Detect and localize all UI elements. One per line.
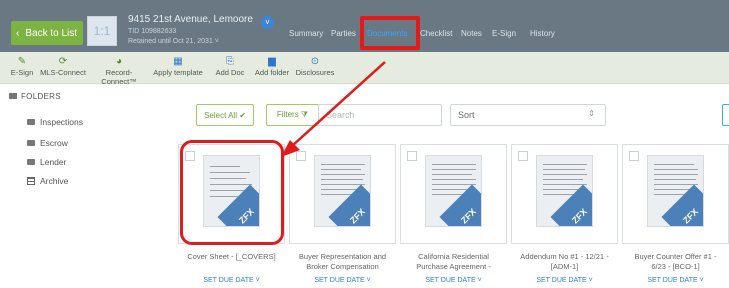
set-due-date-button[interactable]: SET DUE DATE ˅ — [289, 277, 396, 284]
cover-sheet-highlight — [180, 140, 284, 245]
record-icon: ◕ — [115, 56, 123, 67]
esign-button[interactable]: ✎ E-Sign — [6, 56, 38, 77]
pen-icon: ✎ — [17, 56, 27, 67]
add-folder-button[interactable]: ▆ Add folder — [252, 56, 292, 77]
action-toolbar: ✎ E-Sign ⟳ MLS-Connect ◕ Record-Connect™… — [0, 52, 729, 86]
document-title[interactable]: California Residential Purchase Agreement… — [400, 252, 507, 272]
address-dropdown-icon[interactable]: ˅ — [261, 16, 274, 29]
add-doc-label: Add Doc — [215, 68, 245, 77]
document-checkbox[interactable] — [296, 151, 306, 161]
document-checkbox[interactable] — [629, 151, 639, 161]
search-input[interactable]: Search — [318, 104, 442, 126]
document-card[interactable]: ZFX — [511, 144, 618, 244]
tab-parties[interactable]: Parties — [331, 29, 356, 38]
add-doc-icon: ⎘ — [226, 56, 234, 67]
apply-template-label: Apply template — [153, 68, 203, 77]
document-title[interactable]: Cover Sheet - [_COVERS] — [178, 252, 285, 262]
disclosures-icon: ⊙ — [310, 56, 320, 67]
document-title[interactable]: Buyer Representation and Broker Compensat… — [289, 252, 396, 272]
disclosures-label: Disclosures — [295, 68, 335, 77]
document-thumbnail[interactable]: ZFX — [647, 155, 704, 227]
view-toggle-button[interactable] — [722, 104, 729, 126]
back-to-list-label: Back to List — [25, 27, 78, 39]
document-thumbnail[interactable]: ZFX — [314, 155, 371, 227]
chevron-left-icon: ‹ — [16, 27, 20, 39]
tab-notes[interactable]: Notes — [461, 29, 482, 38]
add-folder-label: Add folder — [254, 68, 290, 77]
document-checkbox[interactable] — [518, 151, 528, 161]
document-thumbnail[interactable]: ZFX — [536, 155, 593, 227]
filters-button[interactable]: Filters ⧩ — [266, 104, 319, 126]
sort-label: Sort — [458, 110, 475, 120]
folder-archive[interactable]: Archive — [27, 176, 68, 186]
add-doc-button[interactable]: ⎘ Add Doc — [210, 56, 250, 77]
folder-icon — [27, 119, 35, 125]
add-folder-icon: ▆ — [268, 56, 276, 67]
apply-template-button[interactable]: ▦ Apply template — [150, 56, 206, 77]
set-due-date-button[interactable]: SET DUE DATE ˅ — [511, 277, 618, 284]
document-card[interactable]: ZFX — [622, 144, 729, 244]
document-thumbnail[interactable]: ZFX — [425, 155, 482, 227]
archive-icon — [27, 177, 35, 185]
sync-icon: ⟳ — [58, 56, 68, 67]
set-due-date-button[interactable]: SET DUE DATE ˅ — [622, 277, 729, 284]
folder-icon — [9, 93, 17, 99]
document-card[interactable]: ZFX — [400, 144, 507, 244]
folders-sidebar: FOLDERS Inspections Escrow Lender Archiv… — [0, 85, 170, 288]
record-connect-label: Record-Connect™ — [101, 68, 137, 86]
set-due-date-button[interactable]: SET DUE DATE ˅ — [400, 277, 507, 284]
disclosures-button[interactable]: ⊙ Disclosures — [291, 56, 339, 77]
retained-until[interactable]: Retained until Oct 21, 2031 ˅ — [128, 38, 219, 45]
sort-select[interactable]: Sort ⇕ — [450, 104, 606, 126]
folder-inspections[interactable]: Inspections — [27, 117, 83, 127]
document-checkbox[interactable] — [407, 151, 417, 161]
folder-icon — [27, 140, 35, 146]
record-connect-button[interactable]: ◕ Record-Connect™ — [88, 56, 150, 86]
select-all-button[interactable]: Select All ✔ — [196, 104, 254, 126]
folder-icon — [27, 159, 35, 165]
set-due-date-button[interactable]: SET DUE DATE ˅ — [178, 277, 285, 284]
transaction-address: 9415 21st Avenue, Lemoore — [128, 14, 253, 25]
tab-checklist[interactable]: Checklist — [420, 29, 452, 38]
tab-esign[interactable]: E-Sign — [492, 29, 516, 38]
transaction-thumbnail[interactable]: 1:1 — [87, 16, 117, 46]
tab-summary[interactable]: Summary — [289, 29, 323, 38]
esign-label: E-Sign — [10, 68, 34, 77]
template-icon: ▦ — [173, 56, 183, 67]
sort-arrows-icon: ⇕ — [588, 109, 595, 118]
folder-lender[interactable]: Lender — [27, 157, 66, 167]
tab-history[interactable]: History — [530, 29, 555, 38]
mls-connect-button[interactable]: ⟳ MLS-Connect — [39, 56, 87, 77]
back-to-list-button[interactable]: ‹ Back to List — [11, 21, 83, 45]
folder-escrow[interactable]: Escrow — [27, 138, 68, 148]
document-title[interactable]: Buyer Counter Offer #1 -6/23 - [BCO-1] — [622, 252, 729, 272]
transaction-id: TID 109882633 — [128, 28, 177, 35]
documents-tab-highlight — [360, 16, 420, 50]
document-card[interactable]: ZFX — [289, 144, 396, 244]
mls-connect-label: MLS-Connect — [40, 68, 86, 77]
document-title[interactable]: Addendum No #1 - 12/21 - [ADM-1] — [511, 252, 618, 272]
folders-heading: FOLDERS — [9, 92, 61, 101]
